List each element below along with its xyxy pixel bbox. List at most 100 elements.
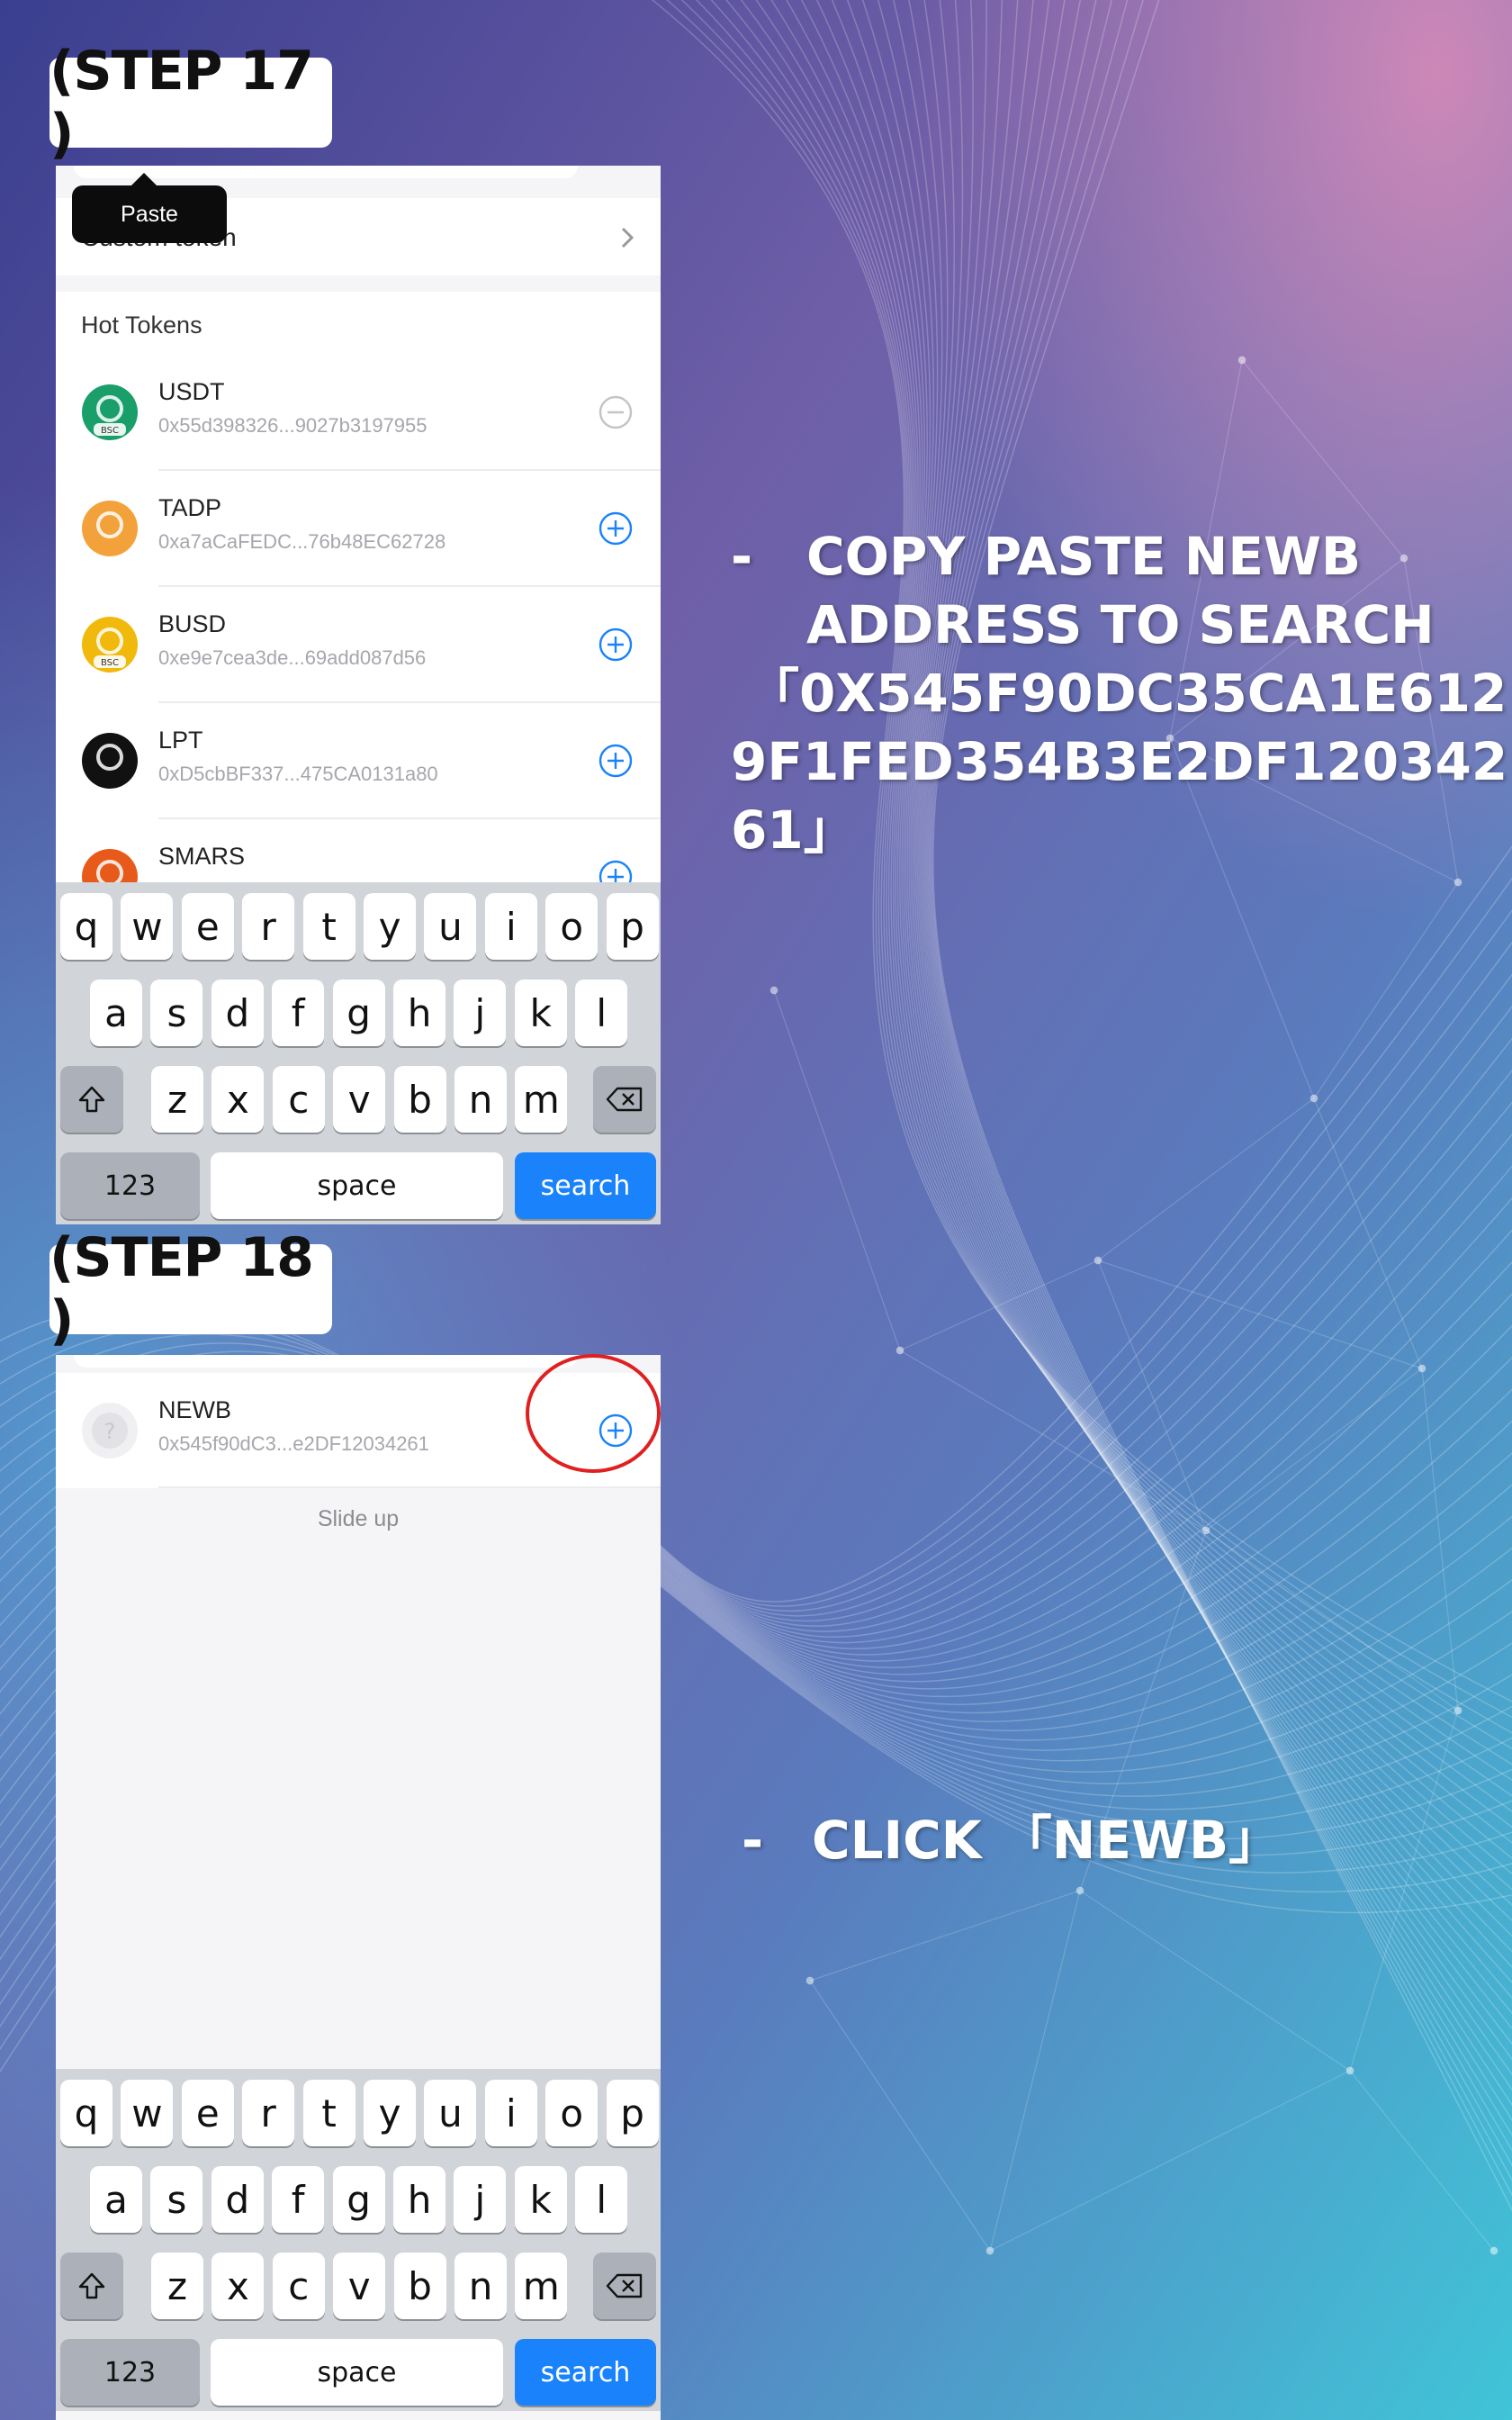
- step-17-screenshot: Custom token Paste Hot Tokens BSC USDT 0…: [56, 166, 661, 1224]
- key-f[interactable]: f: [272, 2166, 325, 2233]
- search-bar-remnant: [74, 1355, 578, 1368]
- shift-key[interactable]: [60, 1066, 123, 1133]
- search-key[interactable]: search: [515, 2339, 656, 2406]
- click-text: CLICK 「NEWB」: [812, 1810, 1282, 1871]
- key-o[interactable]: o: [545, 2080, 598, 2146]
- hot-tokens-title: Hot Tokens: [81, 312, 202, 339]
- step-18-label-text: (STEP 18 ): [50, 1226, 314, 1352]
- step-18-label: (STEP 18 ): [50, 1226, 332, 1352]
- key-o[interactable]: o: [545, 893, 598, 960]
- key-k[interactable]: k: [514, 2166, 567, 2233]
- token-logo-icon: BSC: [82, 384, 138, 440]
- add-token-icon[interactable]: [598, 510, 634, 546]
- key-v[interactable]: v: [333, 1066, 386, 1133]
- remove-token-icon[interactable]: [598, 394, 634, 430]
- copy-dash: -: [731, 526, 753, 587]
- add-token-icon[interactable]: [598, 627, 634, 663]
- token-name: BUSD: [158, 610, 227, 637]
- key-a[interactable]: a: [90, 2166, 142, 2233]
- key-w[interactable]: w: [121, 893, 174, 960]
- key-l[interactable]: l: [575, 2166, 628, 2233]
- step-17-label-text: (STEP 17 ): [50, 40, 314, 166]
- token-row-tadp[interactable]: TADP 0xa7aCaFEDC...76b48EC62728: [56, 471, 661, 587]
- key-a[interactable]: a: [90, 980, 142, 1046]
- key-z[interactable]: z: [151, 1066, 203, 1133]
- key-t[interactable]: t: [302, 893, 356, 960]
- copy-line-4: 9F1FED354B3E2DF120342: [731, 731, 1508, 792]
- paste-tooltip-label: Paste: [121, 201, 178, 227]
- space-key[interactable]: space: [211, 2339, 503, 2406]
- key-b[interactable]: b: [393, 2253, 446, 2319]
- key-z[interactable]: z: [151, 2253, 203, 2319]
- key-t[interactable]: t: [302, 2080, 356, 2146]
- token-address: 0x545f90dC3...e2DF12034261: [158, 1432, 429, 1455]
- key-u[interactable]: u: [424, 893, 477, 960]
- key-n[interactable]: n: [454, 2253, 507, 2319]
- copy-line-1: COPY PASTE NEWB: [806, 526, 1362, 587]
- key-s[interactable]: s: [150, 2166, 203, 2233]
- copy-line-5: 61」: [731, 799, 856, 861]
- key-v[interactable]: v: [333, 2253, 386, 2319]
- key-h[interactable]: h: [393, 980, 446, 1046]
- key-m[interactable]: m: [515, 2253, 568, 2319]
- key-q[interactable]: q: [60, 893, 112, 960]
- key-y[interactable]: y: [364, 2080, 416, 2146]
- key-e[interactable]: e: [181, 893, 234, 960]
- key-j[interactable]: j: [454, 980, 507, 1046]
- key-j[interactable]: j: [454, 2166, 507, 2233]
- key-c[interactable]: c: [272, 2253, 325, 2319]
- numbers-key[interactable]: 123: [60, 1152, 200, 1219]
- copy-line-2: ADDRESS TO SEARCH: [806, 594, 1435, 655]
- paste-tooltip[interactable]: Paste: [72, 173, 227, 243]
- space-key[interactable]: space: [211, 1152, 503, 1219]
- key-k[interactable]: k: [514, 980, 567, 1046]
- key-q[interactable]: q: [60, 2080, 112, 2146]
- key-m[interactable]: m: [515, 1066, 568, 1133]
- token-address: 0x55d398326...9027b3197955: [158, 414, 428, 437]
- key-g[interactable]: g: [332, 2166, 385, 2233]
- key-i[interactable]: i: [484, 893, 537, 960]
- shift-arrow-icon: [78, 2272, 105, 2299]
- numbers-key[interactable]: 123: [60, 2339, 200, 2406]
- delete-key[interactable]: [593, 2253, 656, 2319]
- token-row-usdt[interactable]: BSC USDT 0x55d398326...9027b3197955: [56, 355, 661, 471]
- delete-key[interactable]: [593, 1066, 656, 1133]
- token-row-busd[interactable]: BSC BUSD 0xe9e7cea3de...69add087d56: [56, 587, 661, 703]
- key-w[interactable]: w: [121, 2080, 174, 2146]
- token-name: LPT: [158, 727, 203, 754]
- key-p[interactable]: p: [606, 893, 659, 960]
- search-key[interactable]: search: [515, 1152, 656, 1219]
- key-g[interactable]: g: [332, 980, 385, 1046]
- keyboard: q w e r t y u i o p a s d f g h j k l z x c v b n m 123 space search: [56, 2069, 661, 2411]
- key-x[interactable]: x: [212, 2253, 265, 2319]
- key-i[interactable]: i: [484, 2080, 537, 2146]
- copy-instruction: - COPY PASTE NEWB ADDRESS TO SEARCH 「0X5…: [731, 522, 1508, 864]
- token-row-lpt[interactable]: LPT 0xD5cbBF337...475CA0131a80: [56, 703, 661, 819]
- key-b[interactable]: b: [393, 1066, 446, 1133]
- key-r[interactable]: r: [242, 2080, 295, 2146]
- key-x[interactable]: x: [212, 1066, 265, 1133]
- key-s[interactable]: s: [150, 980, 203, 1046]
- add-token-icon[interactable]: [598, 743, 634, 779]
- key-y[interactable]: y: [364, 893, 416, 960]
- key-l[interactable]: l: [575, 980, 628, 1046]
- key-n[interactable]: n: [454, 1066, 507, 1133]
- highlight-circle: [526, 1354, 661, 1473]
- key-f[interactable]: f: [272, 980, 325, 1046]
- token-name: USDT: [158, 378, 225, 405]
- copy-line-3: 「0X545F90DC35CA1E612: [747, 663, 1508, 724]
- click-instruction: - CLICK 「NEWB」: [742, 1806, 1498, 1874]
- key-h[interactable]: h: [393, 2166, 446, 2233]
- key-d[interactable]: d: [211, 2166, 264, 2233]
- key-e[interactable]: e: [181, 2080, 234, 2146]
- step-18-screenshot: ? NEWB 0x545f90dC3...e2DF12034261 Slide …: [56, 1355, 661, 2420]
- key-d[interactable]: d: [211, 980, 264, 1046]
- key-p[interactable]: p: [606, 2080, 659, 2146]
- key-c[interactable]: c: [272, 1066, 325, 1133]
- unknown-token-icon: ?: [82, 1403, 138, 1458]
- shift-key[interactable]: [60, 2253, 123, 2319]
- step-17-label: (STEP 17 ): [50, 40, 332, 166]
- key-u[interactable]: u: [424, 2080, 477, 2146]
- key-r[interactable]: r: [242, 893, 295, 960]
- token-address: 0xa7aCaFEDC...76b48EC62728: [158, 530, 446, 553]
